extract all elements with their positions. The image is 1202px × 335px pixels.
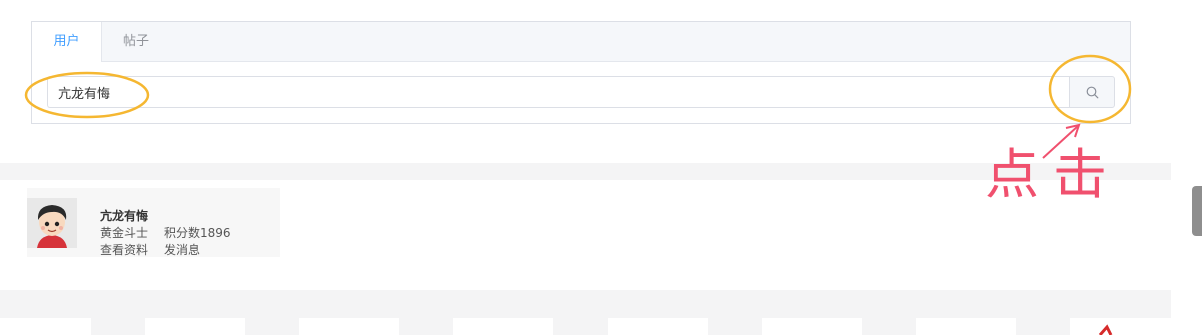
send-message-link[interactable]: 发消息 bbox=[164, 241, 200, 258]
view-profile-link[interactable]: 查看资料 bbox=[100, 241, 148, 258]
bottom-tile bbox=[608, 318, 708, 335]
bottom-tile bbox=[762, 318, 862, 335]
search-tabs: 用户 帖子 bbox=[32, 22, 1130, 62]
bottom-tile bbox=[299, 318, 399, 335]
bottom-section bbox=[0, 290, 1171, 335]
bottom-tile bbox=[453, 318, 553, 335]
search-panel: 用户 帖子 bbox=[0, 0, 1171, 163]
tab-posts[interactable]: 帖子 bbox=[102, 22, 170, 62]
section-divider bbox=[0, 163, 1171, 180]
bottom-tile bbox=[145, 318, 245, 335]
user-level: 黄金斗士 bbox=[100, 226, 149, 240]
search-card: 用户 帖子 bbox=[31, 21, 1131, 124]
scrollbar-thumb[interactable] bbox=[1192, 186, 1202, 236]
scrollbar-track[interactable] bbox=[1171, 0, 1202, 335]
tab-users[interactable]: 用户 bbox=[32, 22, 102, 62]
bottom-tile bbox=[916, 318, 1016, 335]
search-icon bbox=[1086, 86, 1099, 99]
bottom-tile bbox=[1070, 318, 1171, 335]
search-button[interactable] bbox=[1069, 76, 1115, 108]
cartoon-avatar-icon bbox=[27, 198, 77, 248]
avatar[interactable] bbox=[27, 198, 77, 248]
search-input[interactable] bbox=[47, 76, 1069, 108]
user-result-card: 亢龙有悔 黄金斗士 积分数1896 查看资料 发消息 bbox=[27, 188, 280, 257]
user-score: 积分数1896 bbox=[164, 226, 231, 240]
results-panel: 亢龙有悔 黄金斗士 积分数1896 查看资料 发消息 bbox=[0, 180, 1171, 290]
search-row bbox=[47, 76, 1115, 108]
user-name[interactable]: 亢龙有悔 bbox=[100, 207, 148, 224]
bottom-tile bbox=[0, 318, 91, 335]
